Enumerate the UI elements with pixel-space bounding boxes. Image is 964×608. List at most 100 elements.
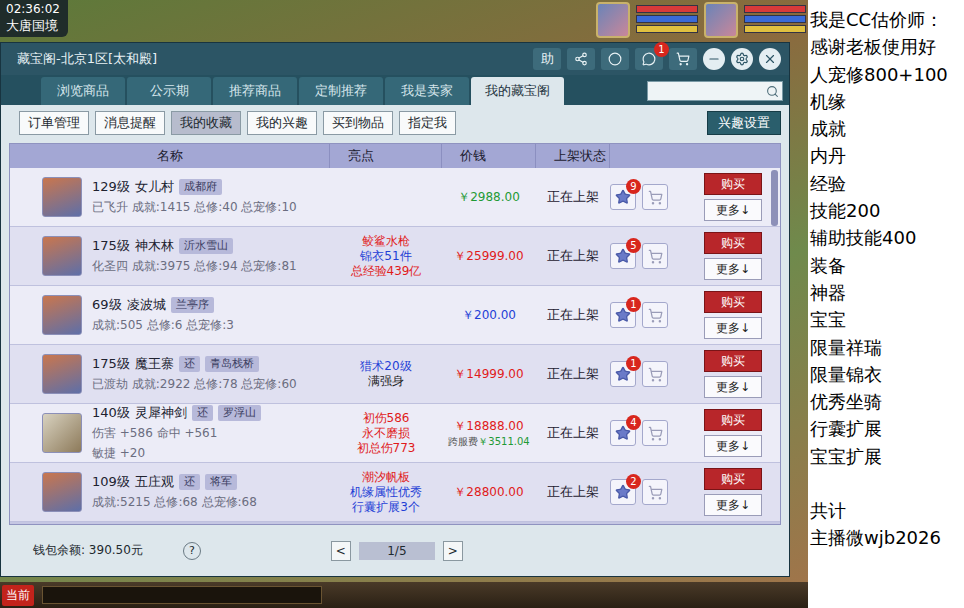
hud: 02:36:02大唐国境 [0,0,68,37]
add-to-cart-button[interactable] [642,302,668,328]
subtab[interactable]: 我的收藏 [171,111,241,135]
price: ￥14999.00 [454,366,523,383]
location-label: 大唐国境 [6,18,60,35]
item-name: 凌波城 [127,296,166,314]
buy-button[interactable]: 购买 [704,291,762,313]
table-header: 名称亮点价钱上架状态 [10,144,780,168]
tab[interactable]: 我的藏宝阁 [471,77,564,105]
tab[interactable]: 公示期 [127,77,211,105]
price-cell: ￥28800.00 [442,484,536,501]
table-row[interactable]: 129级女儿村成都府已飞升 成就:1415 总修:40 总宠修:10￥2988.… [10,168,780,227]
more-button[interactable]: 更多↓ [704,376,762,398]
help-button[interactable]: 助 [533,48,561,70]
mp-bar [744,15,806,23]
add-to-cart-button[interactable] [642,479,668,505]
table-row[interactable]: 175级神木林沂水雪山化圣四 成就:3975 总修:94 总宠修:81鲛鲨水枪锦… [10,227,780,286]
subtab[interactable]: 指定我 [399,111,456,135]
row-buttons: 购买更多↓ [684,468,770,516]
title-bar: 藏宝阁-北京1区[太和殿]助1 [1,43,789,75]
tab[interactable]: 我是卖家 [385,77,469,105]
interest-settings-button[interactable]: 兴趣设置 [707,111,781,135]
item-name: 魔王寨 [135,355,174,373]
weapon-icon [42,413,82,453]
content-panel: 订单管理消息提醒我的收藏我的兴趣买到物品指定我兴趣设置名称亮点价钱上架状态129… [1,105,789,576]
price-cell: ￥200.00 [442,307,536,324]
add-to-cart-button[interactable] [642,420,668,446]
prev-page-button[interactable]: < [331,541,351,561]
subtab[interactable]: 订单管理 [19,111,89,135]
page-indicator[interactable]: 1/5 [359,542,435,560]
highlights-cell: 潮汐帆板机缘属性优秀行囊扩展3个 [330,470,442,515]
tab[interactable]: 定制推荐 [299,77,383,105]
wallet-balance: 钱包余额: 390.50元 [33,542,143,559]
more-button[interactable]: 更多↓ [704,317,762,339]
tab[interactable]: 推荐商品 [213,77,297,105]
cart-icon [648,190,663,205]
settings-button[interactable] [731,48,753,70]
channel-button[interactable]: 当前 [2,585,34,606]
treasure-window: 藏宝阁-北京1区[太和殿]助1浏览商品公示期推荐商品定制推荐我是卖家我的藏宝阁订… [0,42,790,577]
name-text: 69级凌波城兰亭序成就:505 总修:6 总宠修:3 [92,296,234,334]
subtab[interactable]: 我的兴趣 [247,111,317,135]
add-to-cart-button[interactable] [642,361,668,387]
cart-icon [676,52,690,66]
more-button[interactable]: 更多↓ [704,494,762,516]
game-time: 02:36:02 [6,2,60,18]
more-button[interactable]: 更多↓ [704,199,762,221]
name-line: 69级凌波城兰亭序 [92,296,234,314]
buy-button[interactable]: 购买 [704,232,762,254]
action-icons: 9 [610,184,684,210]
buy-button[interactable]: 购买 [704,173,762,195]
table-row[interactable]: 69级凌波城兰亭序成就:505 总修:6 总宠修:3￥200.00正在上架1购买… [10,286,780,345]
help-icon[interactable]: ? [183,542,201,560]
buy-button[interactable]: 购买 [704,350,762,372]
more-button[interactable]: 更多↓ [704,435,762,457]
appraisal-line: 宝宝 [810,306,960,333]
chat-input[interactable] [42,586,322,604]
pager: <1/5 > [331,541,463,561]
name-cell: 69级凌波城兰亭序成就:505 总修:6 总宠修:3 [10,295,330,335]
party-portraits [596,2,806,38]
add-to-cart-button[interactable] [642,184,668,210]
subtab[interactable]: 消息提醒 [95,111,165,135]
next-page-button[interactable]: > [443,541,463,561]
favorite-button[interactable]: 2 [610,479,636,505]
record-button[interactable] [601,48,629,70]
name-line: 109级五庄观还将军 [92,473,257,491]
name-text: 175级神木林沂水雪山化圣四 成就:3975 总修:94 总宠修:81 [92,237,297,275]
name-cell: 140级灵犀神剑还罗浮山伤害 +586 命中 +561敏捷 +20 [10,404,330,462]
search-field[interactable] [647,81,783,101]
favorite-button[interactable]: 1 [610,302,636,328]
favorite-button[interactable]: 9 [610,184,636,210]
favorite-button[interactable]: 5 [610,243,636,269]
share-button[interactable] [567,48,595,70]
favorite-button[interactable]: 4 [610,420,636,446]
close-button[interactable] [759,48,781,70]
add-to-cart-button[interactable] [642,243,668,269]
buy-button[interactable]: 购买 [704,468,762,490]
table-row[interactable]: 140级灵犀神剑还罗浮山伤害 +586 命中 +561敏捷 +20初伤586永不… [10,404,780,463]
cart-icon [648,308,663,323]
scrollbar-thumb[interactable] [771,170,778,226]
table-row[interactable]: 175级魔王寨还青岛栈桥已渡劫 成就:2922 总修:78 总宠修:60猎术20… [10,345,780,404]
player-portrait[interactable] [596,2,630,38]
highlight: 行囊扩展3个 [352,500,420,515]
search-icon [766,85,779,98]
buy-button[interactable]: 购买 [704,409,762,431]
pet-portrait[interactable] [704,2,738,38]
minimize-button[interactable] [703,48,725,70]
stat-line: 成就:505 总修:6 总宠修:3 [92,317,234,334]
message-button[interactable]: 1 [635,48,663,70]
minus-icon [707,52,721,66]
subtab[interactable]: 买到物品 [323,111,393,135]
table-row[interactable]: 109级五庄观还将军成就:5215 总修:68 总宠修:68潮汐帆板机缘属性优秀… [10,463,780,522]
name-line: 175级魔王寨还青岛栈桥 [92,355,297,373]
row-buttons: 购买更多↓ [684,173,770,221]
level: 109级 [92,473,130,491]
tab[interactable]: 浏览商品 [41,77,125,105]
appraisal-line: 机缘 [810,88,960,115]
favorite-button[interactable]: 1 [610,361,636,387]
highlight: 猎术20级 [360,359,411,374]
cart-button[interactable] [669,48,697,70]
more-button[interactable]: 更多↓ [704,258,762,280]
